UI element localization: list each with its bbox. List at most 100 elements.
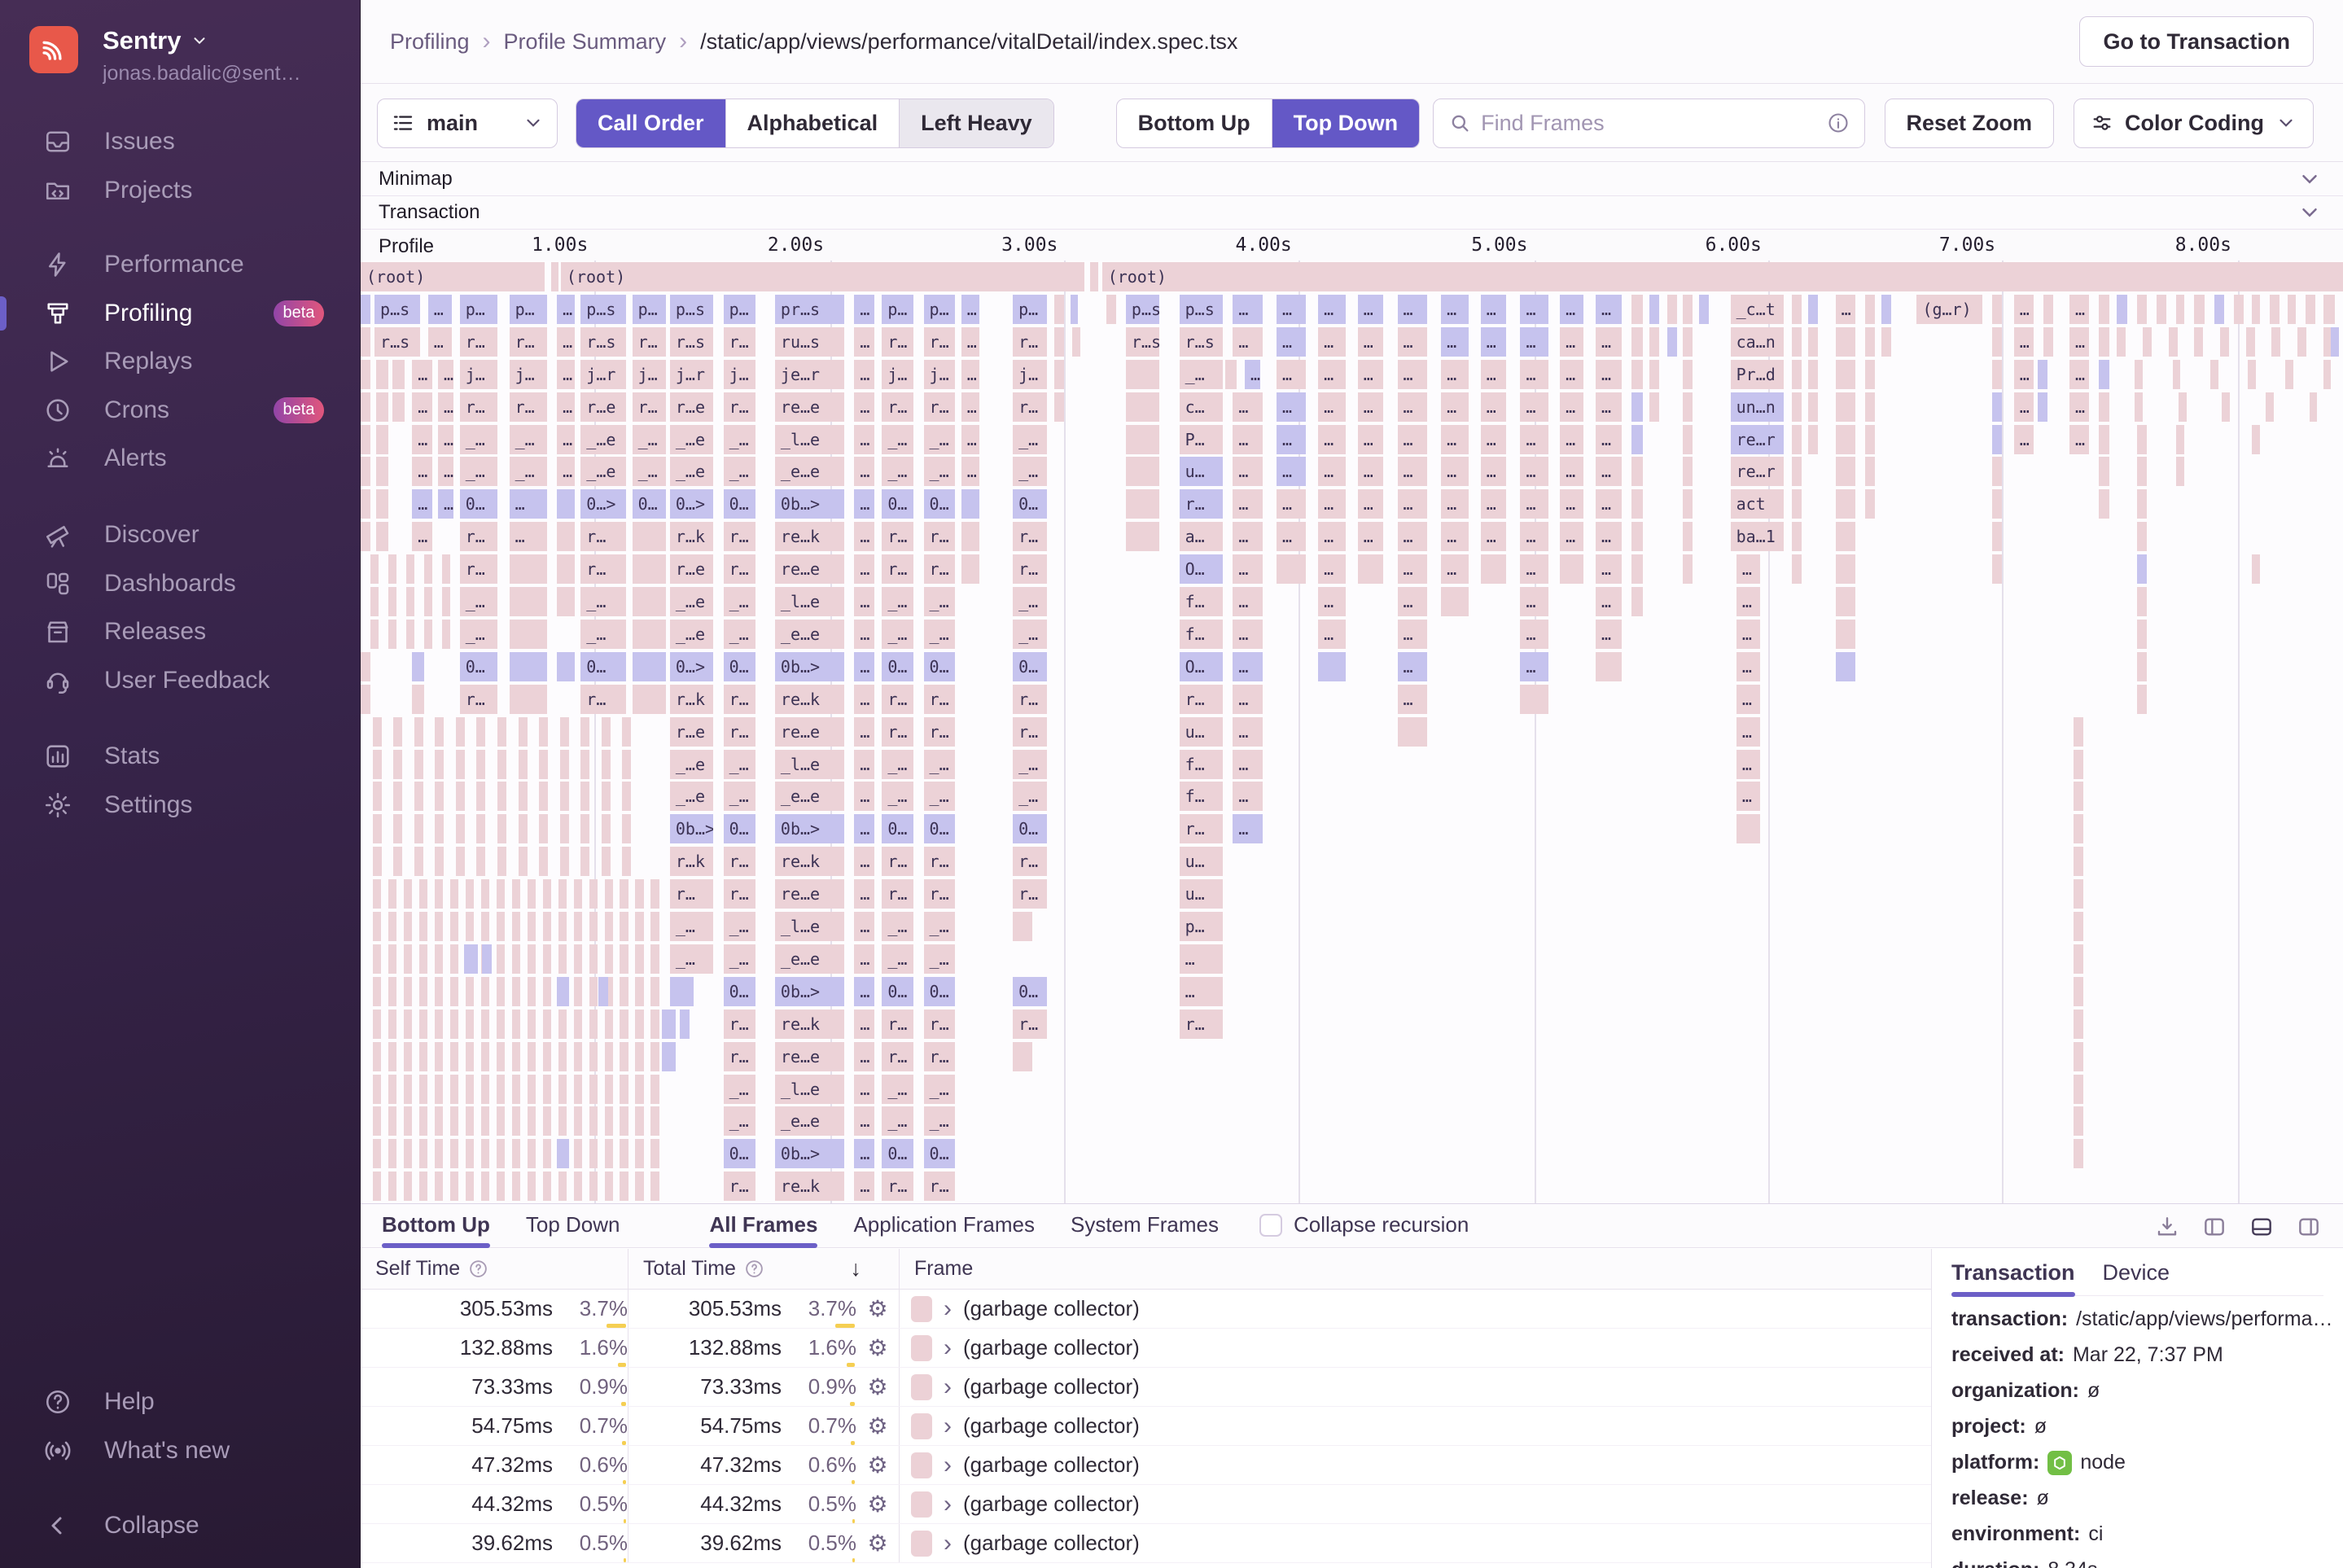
flame-frame[interactable] (511, 879, 520, 909)
flame-frame[interactable] (1125, 457, 1160, 487)
flame-frame[interactable]: 0…> (669, 489, 714, 519)
flame-frame[interactable]: r… (923, 1041, 956, 1071)
flame-frame[interactable]: r… (1013, 326, 1047, 357)
flame-frame[interactable] (1807, 326, 1818, 357)
flame-frame[interactable]: p… (1013, 294, 1047, 324)
flame-frame[interactable] (527, 944, 536, 974)
expand-chevron-icon[interactable]: › (942, 1491, 953, 1518)
flame-frame[interactable] (1835, 522, 1855, 552)
flame-frame[interactable]: _… (723, 749, 755, 779)
flame-frame[interactable]: 0… (1013, 814, 1047, 844)
flame-frame[interactable]: … (2069, 359, 2090, 389)
flame-frame[interactable]: p…s (669, 294, 714, 324)
flame-frame[interactable]: … (1397, 684, 1428, 714)
flame-frame[interactable]: j… (723, 359, 755, 389)
segment-bottom-up[interactable]: Bottom Up (1117, 99, 1272, 147)
flame-frame[interactable]: j…r (580, 359, 627, 389)
flame-frame[interactable] (650, 1172, 659, 1202)
flame-frame[interactable]: 0… (882, 976, 914, 1006)
flame-frame[interactable] (2136, 619, 2147, 649)
flame-frame[interactable]: r… (509, 392, 547, 422)
flame-frame[interactable] (558, 1009, 567, 1039)
sidebar-item-profiling[interactable]: Profiling beta (0, 289, 361, 338)
flame-frame[interactable] (527, 912, 536, 941)
flame-frame[interactable]: re…e (774, 716, 845, 747)
flame-frame[interactable]: … (1520, 587, 1548, 616)
flame-frame[interactable] (1792, 489, 1802, 519)
flame-frame[interactable]: … (1397, 522, 1428, 552)
flame-frame[interactable]: … (1560, 326, 1584, 357)
flame-frame[interactable]: … (427, 326, 452, 357)
flame-frame[interactable] (573, 1139, 582, 1169)
flame-frame[interactable] (434, 1106, 443, 1137)
flame-frame[interactable]: … (1520, 294, 1548, 324)
flame-frame[interactable]: … (1357, 294, 1384, 324)
flame-frame[interactable] (480, 1172, 489, 1202)
flame-frame[interactable] (2176, 424, 2185, 454)
flame-frame[interactable] (961, 554, 979, 585)
flame-frame[interactable] (480, 1106, 489, 1137)
flame-frame[interactable] (372, 944, 381, 974)
flame-frame[interactable]: 0… (723, 651, 755, 681)
flame-frame[interactable]: r… (723, 716, 755, 747)
flame-frame[interactable] (361, 651, 371, 681)
flame-frame[interactable]: pr…s (774, 294, 845, 324)
flame-frame[interactable]: u… (1179, 457, 1224, 487)
flame-frame[interactable]: act (1730, 489, 1785, 519)
flame-frame[interactable]: r… (1013, 879, 1047, 909)
flame-frame[interactable] (388, 912, 396, 941)
flame-frame[interactable] (1631, 522, 1644, 552)
flame-frame[interactable] (1125, 359, 1160, 389)
flame-frame[interactable]: r… (923, 684, 956, 714)
flame-frame[interactable]: … (412, 489, 432, 519)
expand-chevron-icon[interactable]: › (942, 1452, 953, 1479)
segment-alphabetical[interactable]: Alphabetical (725, 99, 900, 147)
flame-frame[interactable]: … (1276, 457, 1307, 487)
expand-chevron-icon[interactable]: › (942, 1334, 953, 1362)
flame-frame[interactable]: _…e (669, 749, 714, 779)
color-coding-button[interactable]: Color Coding (2074, 98, 2314, 148)
tab-bottom-up[interactable]: Bottom Up (382, 1212, 490, 1248)
flame-frame[interactable]: … (437, 489, 454, 519)
flame-frame[interactable] (1992, 424, 2003, 454)
flame-frame[interactable] (632, 619, 666, 649)
flame-frame[interactable] (2073, 879, 2083, 909)
flame-frame[interactable] (449, 1139, 458, 1169)
flame-frame[interactable]: r… (632, 392, 666, 422)
flame-frame[interactable] (388, 1041, 396, 1071)
flame-frame[interactable]: 0… (1013, 651, 1047, 681)
flame-frame[interactable] (496, 1106, 505, 1137)
flame-frame[interactable]: (root) (560, 262, 1084, 291)
flame-frame[interactable] (418, 1139, 427, 1169)
flame-frame[interactable] (480, 1139, 489, 1169)
flame-frame[interactable]: O… (1179, 651, 1224, 681)
flame-frame[interactable]: … (854, 847, 874, 877)
flame-frame[interactable]: a… (1179, 522, 1224, 552)
flame-frame[interactable] (393, 814, 403, 844)
flame-frame[interactable]: … (427, 294, 452, 324)
flame-frame[interactable] (635, 1041, 644, 1071)
flame-frame[interactable]: … (1318, 392, 1347, 422)
flame-frame[interactable] (1881, 294, 1891, 324)
flame-frame[interactable] (557, 1139, 569, 1169)
flame-frame[interactable] (476, 782, 486, 812)
flame-frame[interactable] (1125, 489, 1160, 519)
flame-frame[interactable] (2073, 1139, 2083, 1169)
flame-frame[interactable] (476, 716, 486, 747)
flame-frame[interactable]: r… (882, 326, 914, 357)
flame-frame[interactable] (2099, 457, 2109, 487)
flame-frame[interactable]: … (1233, 554, 1263, 585)
flame-frame[interactable] (527, 1106, 536, 1137)
flame-frame[interactable] (1835, 359, 1855, 389)
flame-frame[interactable]: r… (923, 522, 956, 552)
flame-frame[interactable]: _… (923, 749, 956, 779)
flame-frame[interactable]: … (854, 1074, 874, 1104)
flame-frame[interactable]: … (854, 554, 874, 585)
flame-frame[interactable] (622, 716, 632, 747)
flame-frame[interactable] (650, 944, 659, 974)
flame-frame[interactable]: r… (1179, 1009, 1224, 1039)
flame-frame[interactable] (361, 684, 371, 714)
flame-frame[interactable]: … (1318, 359, 1347, 389)
flame-frame[interactable]: r… (580, 554, 627, 585)
flame-frame[interactable]: r…k (669, 847, 714, 877)
